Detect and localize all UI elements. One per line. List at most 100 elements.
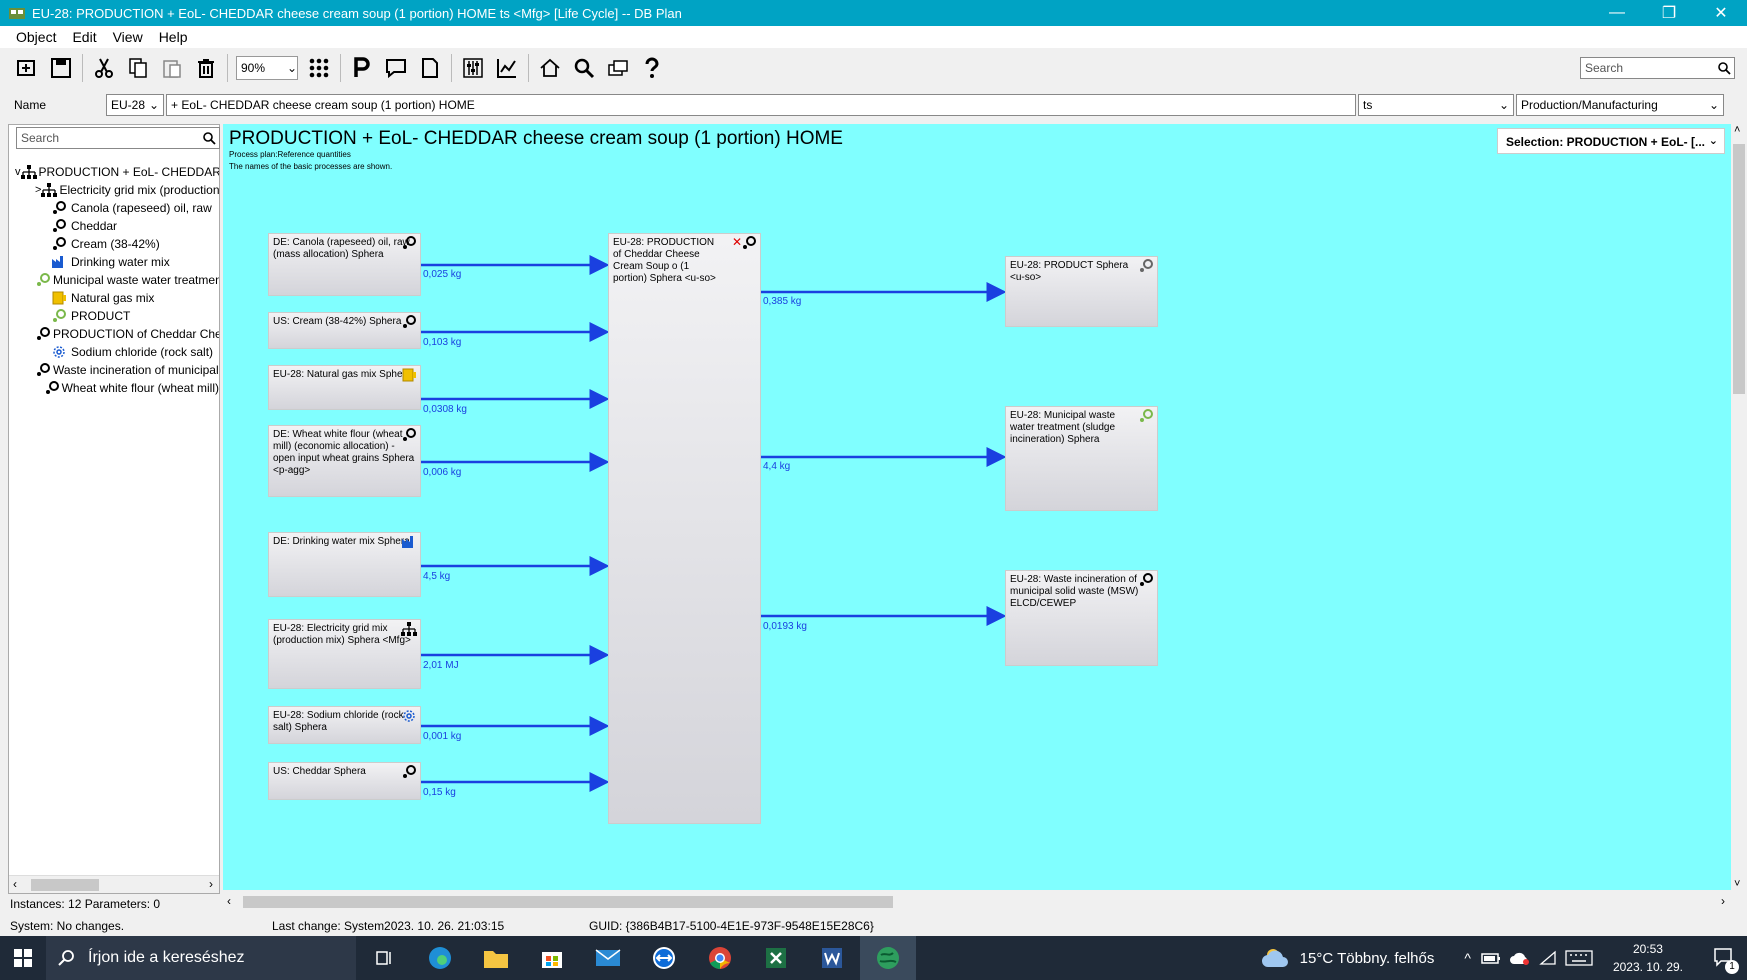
balance-button[interactable] xyxy=(458,53,488,83)
delete-button[interactable] xyxy=(191,53,221,83)
tree-item[interactable]: vPRODUCTION + EoL- CHEDDAR cheese cream … xyxy=(9,163,219,181)
clock[interactable]: 20:53 2023. 10. 29. xyxy=(1613,940,1683,976)
tree-item[interactable]: PRODUCT xyxy=(9,307,219,325)
cloud-sync-icon[interactable] xyxy=(1509,950,1531,966)
battery-icon[interactable] xyxy=(1481,951,1501,965)
region-select[interactable]: EU-28 ⌄ xyxy=(106,94,164,116)
store-app[interactable] xyxy=(524,936,580,980)
name-input[interactable]: + EoL- CHEDDAR cheese cream soup (1 port… xyxy=(166,94,1356,116)
chrome-icon xyxy=(709,947,731,970)
tree-item[interactable]: Wheat white flour (wheat mill) xyxy=(9,379,219,397)
task-view-button[interactable] xyxy=(356,936,412,980)
tree-item[interactable]: Sodium chloride (rock salt) xyxy=(9,343,219,361)
scroll-left-icon[interactable]: ‹ xyxy=(13,877,17,891)
start-button[interactable] xyxy=(0,936,46,980)
menu-help[interactable]: Help xyxy=(159,29,188,45)
process-label: EU-28: Sodium chloride (rock salt) Spher… xyxy=(273,710,404,733)
flow-label-incineration: 0,0193 kg xyxy=(763,621,807,632)
flow-label-flour: 0,006 kg xyxy=(423,467,462,478)
scroll-thumb[interactable] xyxy=(31,879,99,891)
scroll-right-icon[interactable]: › xyxy=(209,877,213,891)
object-tree: vPRODUCTION + EoL- CHEDDAR cheese cream … xyxy=(9,163,219,397)
keyboard-icon[interactable] xyxy=(1565,950,1593,966)
search-button[interactable] xyxy=(569,53,599,83)
notifications-button[interactable]: 1 xyxy=(1713,947,1739,974)
variant-select[interactable]: ts ⌄ xyxy=(1358,94,1514,116)
restore-button[interactable]: ❐ xyxy=(1643,0,1695,26)
process-icon xyxy=(743,236,756,249)
weather-text[interactable]: 15°C Többny. felhős xyxy=(1300,950,1435,967)
teamviewer-app[interactable] xyxy=(636,936,692,980)
tree-item[interactable]: Municipal waste water treatment xyxy=(9,271,219,289)
tree-item[interactable]: Natural gas mix xyxy=(9,289,219,307)
menu-object[interactable]: Object xyxy=(16,29,56,45)
cut-button[interactable] xyxy=(89,53,119,83)
process-canola-oil[interactable]: DE: Canola (rapeseed) oil, raw (mass all… xyxy=(268,233,421,296)
grid-button[interactable] xyxy=(304,53,334,83)
windows-button[interactable] xyxy=(603,53,633,83)
scroll-down-icon[interactable]: ˅ xyxy=(1734,878,1740,890)
diagram-canvas[interactable]: PRODUCTION + EoL- CHEDDAR cheese cream s… xyxy=(223,124,1731,890)
scroll-up-icon[interactable]: ˄ xyxy=(1734,124,1740,136)
close-button[interactable]: ✕ xyxy=(1695,0,1747,26)
tree-item[interactable]: Cheddar xyxy=(9,217,219,235)
taskbar-search[interactable]: Írjon ide a kereséshez xyxy=(46,936,356,980)
help-button[interactable] xyxy=(637,53,667,83)
zoom-select[interactable]: 90% ⌄ xyxy=(236,56,298,80)
excel-app[interactable] xyxy=(748,936,804,980)
process-product[interactable]: EU-28: PRODUCT Sphera <u-so> xyxy=(1005,256,1158,327)
tree-item[interactable]: PRODUCTION of Cheddar Cheese Cream Soup xyxy=(9,325,219,343)
process-main-production[interactable]: EU-28: PRODUCTION of Cheddar Cheese Crea… xyxy=(608,233,761,824)
chrome-app[interactable] xyxy=(692,936,748,980)
process-cheddar[interactable]: US: Cheddar Sphera xyxy=(268,762,421,800)
scroll-right-icon[interactable]: › xyxy=(1721,894,1725,908)
wifi-icon[interactable] xyxy=(1539,950,1557,966)
gabi-app[interactable] xyxy=(860,936,916,980)
flow-label-product: 0,385 kg xyxy=(763,296,802,307)
home-button[interactable] xyxy=(535,53,565,83)
tree-item[interactable]: Cream (38-42%) xyxy=(9,235,219,253)
save-button[interactable] xyxy=(46,53,76,83)
process-drinking-water[interactable]: DE: Drinking water mix Sphera xyxy=(268,532,421,597)
type-select[interactable]: Production/Manufacturing ⌄ xyxy=(1516,94,1724,116)
process-cream[interactable]: US: Cream (38-42%) Sphera xyxy=(268,312,421,349)
new-object-button[interactable] xyxy=(12,53,42,83)
tree-item[interactable]: Canola (rapeseed) oil, raw xyxy=(9,199,219,217)
speech-bubble-icon xyxy=(386,59,406,79)
copy-button[interactable] xyxy=(123,53,153,83)
tree-item[interactable]: >Electricity grid mix (production mix) xyxy=(9,181,219,199)
tree-search-input[interactable]: Search xyxy=(16,127,220,149)
file-explorer-app[interactable] xyxy=(468,936,524,980)
scroll-left-icon[interactable]: ‹ xyxy=(227,894,231,908)
scroll-thumb[interactable] xyxy=(243,896,893,908)
chevron-up-icon[interactable]: ^ xyxy=(1464,950,1471,966)
fuel-icon xyxy=(402,368,416,382)
menu-edit[interactable]: Edit xyxy=(72,29,96,45)
comment-button[interactable] xyxy=(381,53,411,83)
word-app[interactable] xyxy=(804,936,860,980)
tree-horizontal-scrollbar[interactable]: ‹ › xyxy=(9,875,219,893)
process-natural-gas[interactable]: EU-28: Natural gas mix Sphera xyxy=(268,365,421,410)
menu-view[interactable]: View xyxy=(113,29,143,45)
paste-button[interactable] xyxy=(157,53,187,83)
process-wheat-flour[interactable]: DE: Wheat white flour (wheat mill) (econ… xyxy=(268,425,421,497)
canvas-horizontal-scrollbar[interactable]: ‹ › xyxy=(223,893,1731,911)
process-label: US: Cream (38-42%) Sphera xyxy=(273,316,402,327)
tree-item[interactable]: Drinking water mix xyxy=(9,253,219,271)
process-waste-incineration[interactable]: EU-28: Waste incineration of municipal s… xyxy=(1005,570,1158,666)
process-sodium-chloride[interactable]: EU-28: Sodium chloride (rock salt) Spher… xyxy=(268,706,421,744)
process-button[interactable] xyxy=(347,53,377,83)
process-icon xyxy=(1140,573,1153,586)
tree-item-label: Waste incineration of municipal solid wa… xyxy=(53,363,219,377)
tree-item[interactable]: Waste incineration of municipal solid wa… xyxy=(9,361,219,379)
process-electricity[interactable]: EU-28: Electricity grid mix (production … xyxy=(268,619,421,689)
process-waste-water[interactable]: EU-28: Municipal waste water treatment (… xyxy=(1005,406,1158,511)
chart-button[interactable] xyxy=(492,53,522,83)
document-button[interactable] xyxy=(415,53,445,83)
scroll-thumb[interactable] xyxy=(1733,144,1745,394)
edge-app[interactable] xyxy=(412,936,468,980)
mail-app[interactable] xyxy=(580,936,636,980)
minimize-button[interactable]: — xyxy=(1591,0,1643,26)
global-search-input[interactable]: Search xyxy=(1580,57,1735,79)
canvas-vertical-scrollbar[interactable]: ˄ ˅ xyxy=(1731,124,1747,890)
